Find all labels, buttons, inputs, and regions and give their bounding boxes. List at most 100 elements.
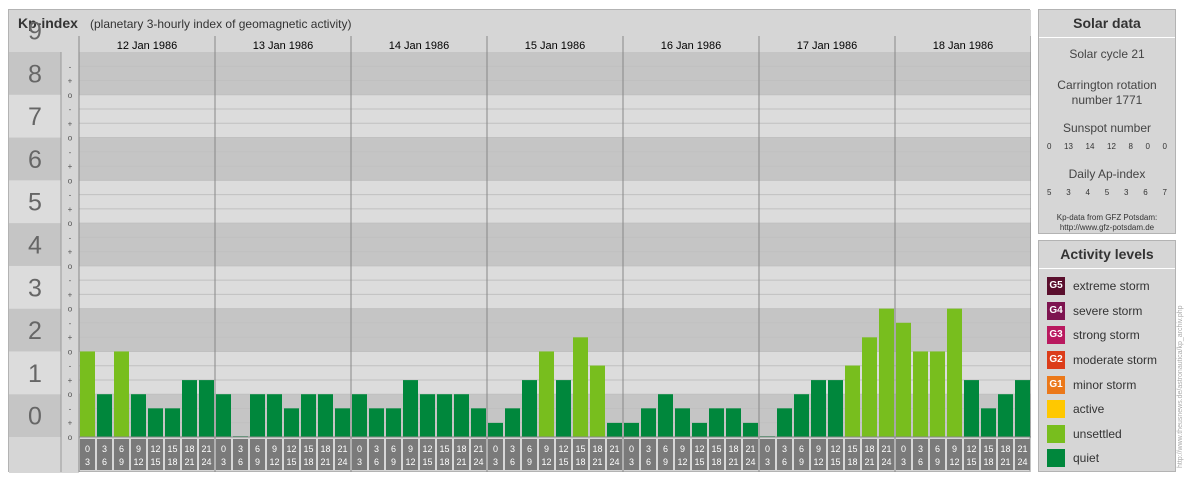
hour-start-label: 3 [238,444,243,454]
hour-start-label: 6 [391,444,396,454]
hour-end-label: 12 [269,457,279,467]
level-extreme-storm: G5 extreme storm [1039,274,1175,299]
kp-bar [828,380,843,437]
kp-bar [437,394,452,437]
hour-start-label: 0 [85,444,90,454]
hour-end-label: 9 [799,457,804,467]
hour-end-label: 12 [541,457,551,467]
sub-tick-label: - [69,319,72,328]
activity-levels-panel: Activity levels G5 extreme storm G4 severe… [1038,240,1176,472]
kp-bar [488,422,503,437]
kp-bar [199,380,214,437]
hour-start-label: 0 [629,444,634,454]
y-tick-label: 5 [28,189,42,217]
hour-end-label: 3 [493,457,498,467]
sub-tick-label: + [68,205,73,214]
sub-tick-label: + [68,248,73,257]
hour-start-label: 6 [663,444,668,454]
hour-end-label: 9 [255,457,260,467]
hour-start-label: 3 [782,444,787,454]
chart-subtitle: (planetary 3-hourly index of geomagnetic… [90,17,351,31]
kp-bar [573,337,588,437]
sunspot-value: 0 [1162,142,1167,151]
carrington-line-2: number 1771 [1071,93,1143,107]
hour-end-label: 12 [405,457,415,467]
sub-tick-label: + [68,333,73,342]
level-badge: G3 [1047,326,1065,345]
sub-tick-label: o [68,305,73,314]
kp-bar [301,394,316,437]
ap-value: 5 [1047,188,1052,197]
hour-start-label: 18 [864,444,874,454]
hour-start-label: 21 [745,444,755,454]
day-label: 15 Jan 1986 [525,40,586,52]
kp-bar [692,422,707,437]
y-tick-label: 7 [28,103,42,131]
hour-end-label: 24 [473,457,483,467]
hour-start-label: 15 [847,444,857,454]
kp-bar [930,351,945,437]
kp-bar [216,394,231,437]
hour-end-label: 15 [422,457,432,467]
level-active: active [1039,397,1175,422]
hour-start-label: 12 [150,444,160,454]
hour-start-label: 9 [952,444,957,454]
hour-start-label: 18 [320,444,330,454]
kp-bar [114,351,129,437]
hour-start-label: 21 [1017,444,1027,454]
hour-end-label: 9 [935,457,940,467]
hour-end-label: 15 [966,457,976,467]
sub-tick-label: - [69,233,72,242]
y-tick-label: 2 [28,317,42,345]
plot-area: 0123456789o+-o+-o+-o+-o+-o+-o+-o+-o+-12 … [9,18,1031,473]
hour-start-label: 18 [592,444,602,454]
kp-bar [709,408,724,437]
kp-bar [607,422,622,437]
hour-end-label: 18 [847,457,857,467]
kp-bar [165,408,180,437]
hour-end-label: 6 [782,457,787,467]
sub-tick-label: + [68,119,73,128]
hour-end-label: 6 [646,457,651,467]
hour-end-label: 21 [456,457,466,467]
hour-start-label: 9 [816,444,821,454]
kp-bar [335,408,350,437]
chart-band [79,265,1031,309]
hour-end-label: 24 [201,457,211,467]
ap-value: 5 [1104,188,1110,197]
sub-tick-label: o [68,390,73,399]
sub-tick-label: - [69,191,72,200]
kp-bar [675,408,690,437]
hour-start-label: 15 [983,444,993,454]
hour-end-label: 18 [711,457,721,467]
sub-tick-label: o [68,176,73,185]
day-label: 13 Jan 1986 [253,40,314,52]
chart-band [79,180,1031,224]
kp-bar [182,380,197,437]
kp-bar [250,394,265,437]
hour-end-label: 24 [609,457,619,467]
hour-start-label: 12 [966,444,976,454]
hour-end-label: 12 [949,457,959,467]
hour-end-label: 21 [864,457,874,467]
kp-bar [420,394,435,437]
kp-bar [964,380,979,437]
y-tick-label: 1 [28,360,42,388]
hour-start-label: 0 [357,444,362,454]
day-label: 17 Jan 1986 [797,40,858,52]
hour-end-label: 3 [357,457,362,467]
sub-tick-label: - [69,404,72,413]
hour-start-label: 0 [765,444,770,454]
ap-value: 4 [1085,188,1090,197]
level-strong-storm: G3 strong storm [1039,323,1175,348]
hour-start-label: 21 [881,444,891,454]
sub-tick-label: - [69,148,72,157]
kp-bar [726,408,741,437]
day-label: 16 Jan 1986 [661,40,722,52]
ap-value: 6 [1143,188,1148,197]
hour-end-label: 24 [745,457,755,467]
ap-value: 3 [1124,188,1129,197]
hour-start-label: 21 [473,444,483,454]
hour-end-label: 9 [663,457,668,467]
level-quiet: quiet [1039,446,1175,471]
